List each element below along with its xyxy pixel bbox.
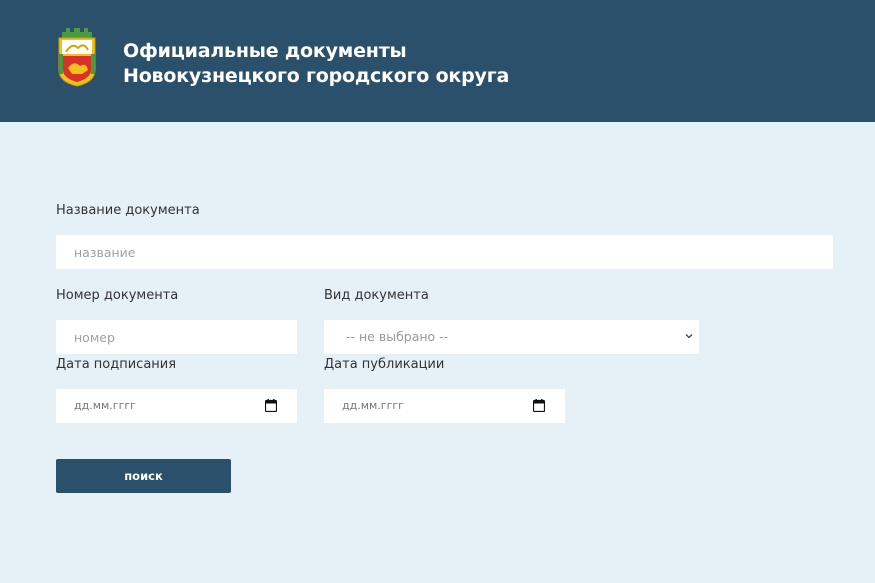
sign-date-label: Дата подписания xyxy=(56,357,177,372)
city-coat-of-arms-icon xyxy=(58,28,96,87)
site-title: Официальные документы Новокузнецкого гор… xyxy=(123,39,509,89)
calendar-icon[interactable] xyxy=(533,399,545,412)
site-title-line2: Новокузнецкого городского округа xyxy=(123,65,510,87)
search-button[interactable]: поиск xyxy=(56,459,231,493)
document-number-input[interactable] xyxy=(56,320,297,354)
sign-date-placeholder: дд.мм.гггг xyxy=(74,399,136,412)
document-type-selected: -- не выбрано -- xyxy=(346,329,449,344)
site-title-line1: Официальные документы xyxy=(123,40,407,62)
document-type-select[interactable]: -- не выбрано -- xyxy=(324,320,699,354)
sign-date-input[interactable]: дд.мм.гггг xyxy=(56,389,297,423)
document-name-input[interactable] xyxy=(56,235,833,269)
publication-date-input[interactable]: дд.мм.гггг xyxy=(324,389,565,423)
publication-date-label: Дата публикации xyxy=(324,357,445,372)
document-name-label: Название документа xyxy=(56,203,200,218)
chevron-down-icon xyxy=(685,334,693,339)
publication-date-placeholder: дд.мм.гггг xyxy=(342,399,404,412)
document-type-label: Вид документа xyxy=(324,288,429,303)
site-header: Официальные документы Новокузнецкого гор… xyxy=(0,0,875,122)
calendar-icon[interactable] xyxy=(265,399,277,412)
document-number-label: Номер документа xyxy=(56,288,179,303)
